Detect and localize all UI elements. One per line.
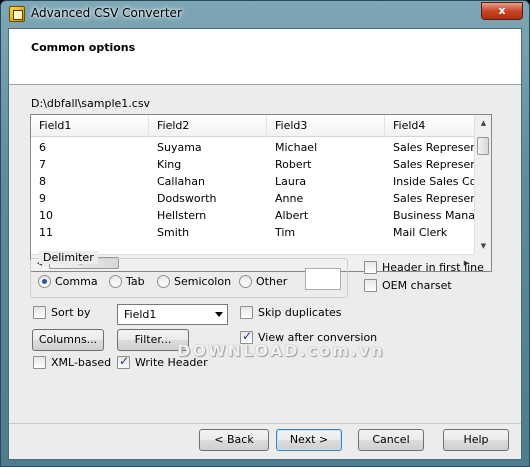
watermark: DOWNLOAD.com.vn (177, 341, 385, 360)
skip-duplicates-label[interactable]: Skip duplicates (258, 306, 342, 319)
file-path-label: D:\dbfall\sample1.csv (31, 97, 151, 110)
vertical-scrollbar[interactable]: ▲ ▼ (474, 115, 491, 255)
table-cell: 10 (39, 209, 53, 222)
columns-button[interactable]: Columns... (32, 329, 104, 351)
back-button-label: Back (227, 433, 254, 446)
dialog-client: Common options D:\dbfall\sample1.csv Fie… (8, 28, 522, 460)
table-cell: Smith (157, 226, 190, 239)
column-header[interactable]: Field1 (31, 115, 149, 137)
table-cell: Mail Clerk (393, 226, 448, 239)
table-cell: Sales Representa (393, 158, 475, 171)
table-cell: King (157, 158, 182, 171)
vertical-scroll-thumb[interactable] (477, 137, 489, 155)
other-delimiter-input[interactable] (305, 268, 341, 290)
table-cell: 6 (39, 141, 46, 154)
table-cell: 7 (39, 158, 46, 171)
radio-other-label[interactable]: Other (256, 275, 287, 288)
table-cell: Sales Representa (393, 141, 475, 154)
back-button[interactable]: < Back (199, 429, 269, 451)
header-first-line-checkbox[interactable] (364, 261, 377, 274)
table-row[interactable]: 8 Callahan Laura Inside Sales Coor (31, 173, 475, 190)
xml-based-label[interactable]: XML-based (51, 356, 111, 369)
xml-based-checkbox[interactable] (33, 356, 46, 369)
table-row[interactable]: 6 Suyama Michael Sales Representa (31, 139, 475, 156)
table-cell: Inside Sales Coor (393, 175, 475, 188)
table-cell: Hellstern (157, 209, 207, 222)
table-cell: 8 (39, 175, 46, 188)
help-button[interactable]: Help (443, 429, 509, 451)
page-title: Common options (31, 41, 136, 54)
footer-divider (9, 423, 521, 424)
table-cell: Sales Representa (393, 192, 475, 205)
app-icon (9, 6, 25, 22)
table-cell: Albert (275, 209, 309, 222)
title-bar[interactable]: Advanced CSV Converter x (1, 1, 529, 27)
table-cell: Anne (275, 192, 304, 205)
column-header[interactable]: Field2 (149, 115, 267, 137)
sort-field-select[interactable]: Field1 (117, 304, 228, 325)
chevron-down-icon[interactable] (215, 312, 223, 317)
header-first-line-label[interactable]: Header in first line (382, 261, 484, 274)
radio-other[interactable] (239, 275, 252, 288)
delimiter-group-label: Delimiter (39, 251, 98, 264)
radio-comma-label[interactable]: Comma (55, 275, 98, 288)
table-cell: Laura (275, 175, 307, 188)
sort-field-value: Field1 (124, 308, 157, 321)
table-row[interactable]: 9 Dodsworth Anne Sales Representa (31, 190, 475, 207)
table-row[interactable]: 10 Hellstern Albert Business Manage (31, 207, 475, 224)
table-cell: Suyama (157, 141, 202, 154)
radio-semicolon-label[interactable]: Semicolon (174, 275, 231, 288)
header-panel: Common options (9, 29, 521, 85)
back-arrow-icon: < (214, 433, 227, 446)
oem-charset-label[interactable]: OEM charset (382, 279, 452, 292)
next-button[interactable]: Next > (276, 429, 342, 451)
table-cell: Dodsworth (157, 192, 217, 205)
list-body: 6 Suyama Michael Sales Representa 7 King… (31, 137, 475, 255)
close-button[interactable]: x (481, 2, 523, 20)
table-row[interactable]: 7 King Robert Sales Representa (31, 156, 475, 173)
window-title: Advanced CSV Converter (31, 6, 182, 20)
scroll-up-icon[interactable]: ▲ (475, 115, 491, 132)
column-header[interactable]: Field4 (385, 115, 475, 137)
radio-comma[interactable] (38, 275, 51, 288)
preview-list[interactable]: Field1 Field2 Field3 Field4 6 Suyama Mic… (30, 114, 492, 272)
skip-duplicates-checkbox[interactable] (240, 306, 253, 319)
list-header: Field1 Field2 Field3 Field4 (31, 115, 475, 137)
table-cell: Business Manage (393, 209, 475, 222)
table-cell: 9 (39, 192, 46, 205)
column-header[interactable]: Field3 (267, 115, 385, 137)
scroll-down-icon[interactable]: ▼ (475, 238, 491, 255)
radio-semicolon[interactable] (157, 275, 170, 288)
sort-by-label[interactable]: Sort by (51, 306, 91, 319)
radio-tab-label[interactable]: Tab (126, 275, 145, 288)
table-cell: Robert (275, 158, 312, 171)
table-row[interactable]: 11 Smith Tim Mail Clerk (31, 224, 475, 241)
oem-charset-checkbox[interactable] (364, 279, 377, 292)
table-cell: Callahan (157, 175, 205, 188)
table-cell: Michael (275, 141, 318, 154)
table-cell: Tim (275, 226, 296, 239)
sort-by-checkbox[interactable] (33, 306, 46, 319)
cancel-button[interactable]: Cancel (358, 429, 424, 451)
radio-tab[interactable] (109, 275, 122, 288)
table-cell: 11 (39, 226, 53, 239)
write-header-checkbox[interactable] (117, 354, 130, 369)
app-window: Advanced CSV Converter x Common options … (0, 0, 530, 467)
